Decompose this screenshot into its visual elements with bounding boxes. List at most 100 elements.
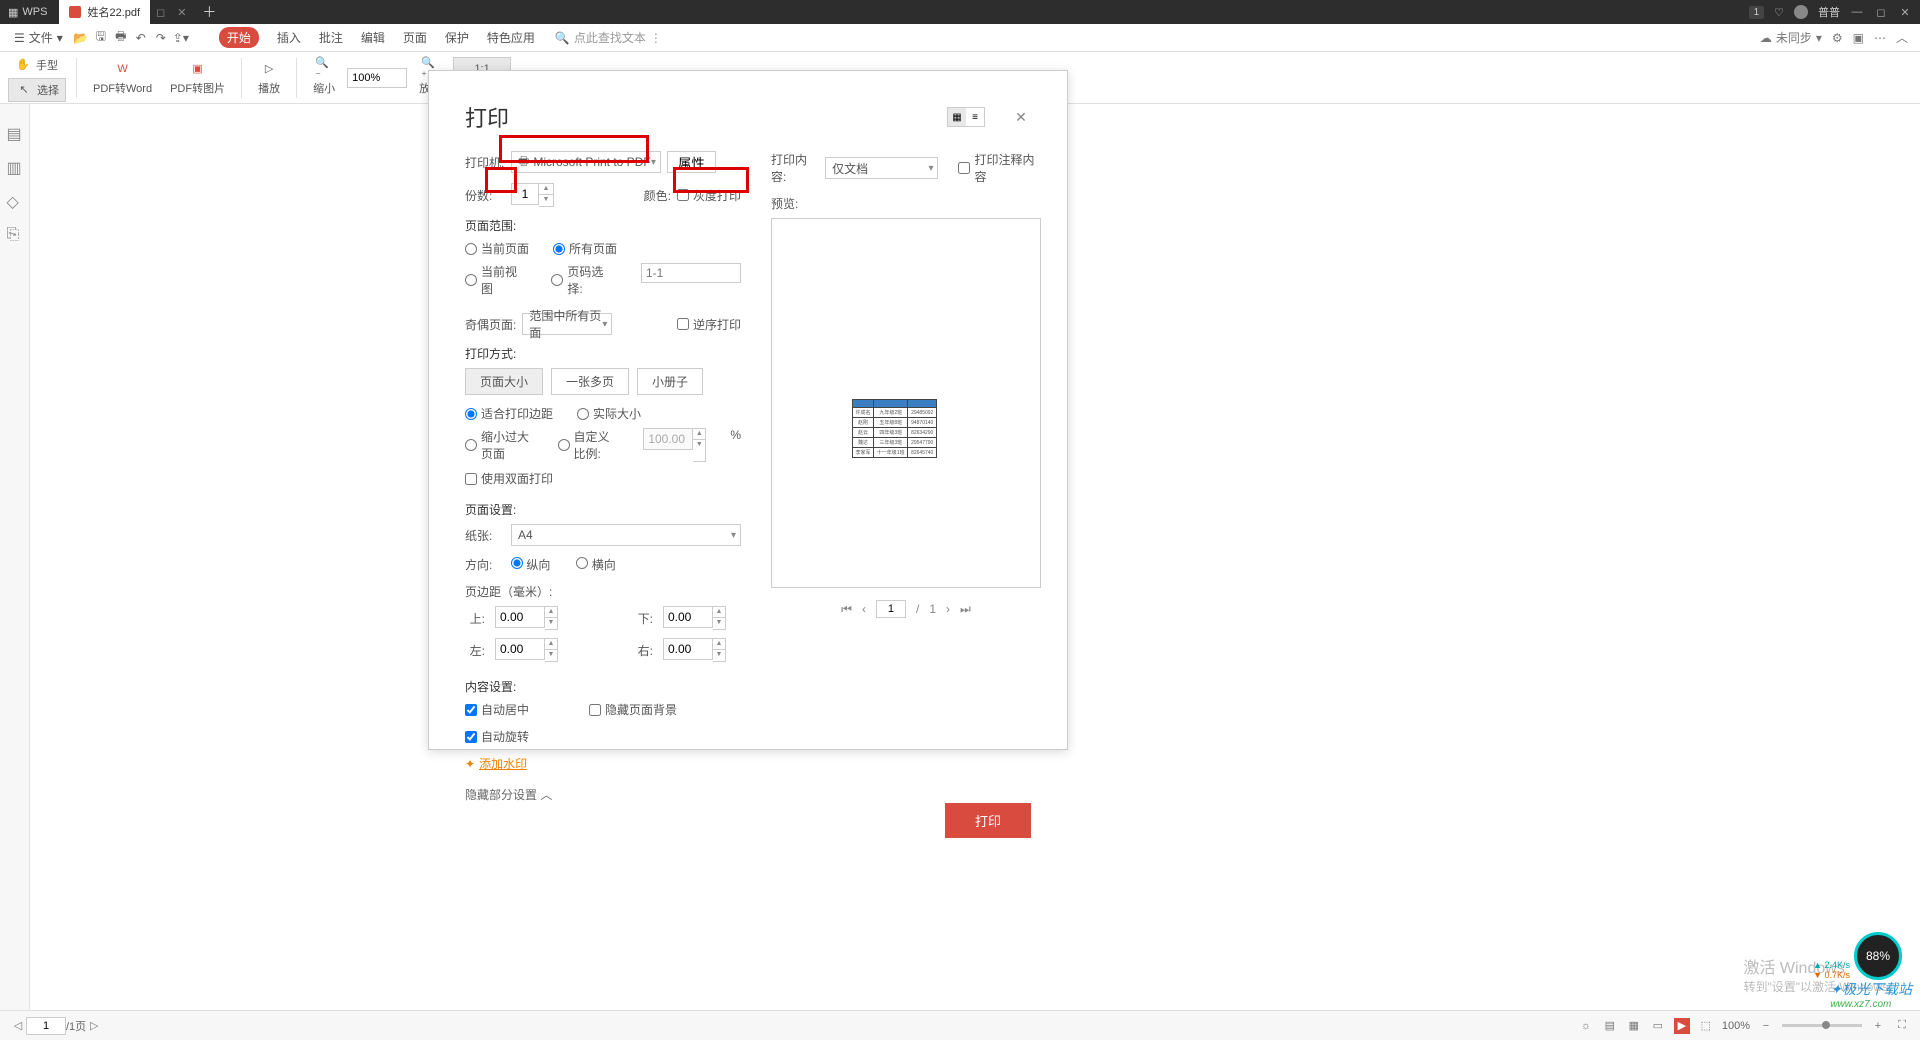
notification-badge[interactable]: 1 bbox=[1749, 6, 1765, 19]
zoom-input[interactable] bbox=[347, 68, 407, 88]
new-tab-button[interactable]: ＋ bbox=[192, 2, 226, 22]
menu-insert[interactable]: 插入 bbox=[277, 29, 301, 46]
copies-field[interactable] bbox=[511, 183, 539, 205]
view-list-icon[interactable]: ≡ bbox=[966, 108, 984, 126]
select-tool[interactable]: ↖选择 bbox=[8, 78, 66, 102]
print-icon[interactable]: 🖶 bbox=[113, 30, 129, 46]
duplex-checkbox[interactable]: 使用双面打印 bbox=[465, 470, 741, 487]
menu-annotate[interactable]: 批注 bbox=[319, 29, 343, 46]
next-page-icon[interactable]: ▷ bbox=[86, 1018, 102, 1034]
close-window-button[interactable]: ✕ bbox=[1898, 5, 1912, 19]
radio-custom-scale[interactable]: 自定义比例: bbox=[558, 428, 620, 462]
collapse-ribbon-icon[interactable]: ︿ bbox=[1896, 29, 1908, 46]
radio-portrait[interactable]: 纵向 bbox=[511, 556, 550, 573]
zoom-plus-icon[interactable]: + bbox=[1870, 1018, 1886, 1034]
grayscale-checkbox[interactable]: 灰度打印 bbox=[677, 187, 741, 204]
reverse-checkbox[interactable]: 逆序打印 bbox=[677, 316, 741, 333]
performance-gauge[interactable]: 88% bbox=[1854, 932, 1902, 980]
save-icon[interactable]: 🖫 bbox=[93, 30, 109, 46]
status-icon-2[interactable]: ▤ bbox=[1602, 1018, 1618, 1034]
print-button[interactable]: 打印 bbox=[945, 803, 1031, 838]
status-icon-4[interactable]: ▭ bbox=[1650, 1018, 1666, 1034]
hand-tool[interactable]: ✋手型 bbox=[8, 54, 66, 76]
radio-all-pages[interactable]: 所有页面 bbox=[553, 240, 617, 257]
outline-icon[interactable]: ◇ bbox=[7, 192, 23, 208]
radio-fit-margin[interactable]: 适合打印边距 bbox=[465, 405, 553, 422]
play-button[interactable]: ▷ 播放 bbox=[252, 58, 286, 98]
settings-icon[interactable]: ⚙ bbox=[1832, 31, 1843, 45]
spin-down-icon[interactable]: ▼ bbox=[539, 195, 553, 206]
thumbnails-icon[interactable]: ▤ bbox=[7, 124, 23, 140]
properties-button[interactable]: 属性 bbox=[667, 151, 716, 173]
status-icon-3[interactable]: ▦ bbox=[1626, 1018, 1642, 1034]
preview-page-input[interactable] bbox=[876, 600, 906, 618]
attachment-icon[interactable]: ⎘ bbox=[7, 226, 23, 242]
zoom-out-button[interactable]: 🔍⁻ 缩小 bbox=[307, 58, 341, 98]
zoom-minus-icon[interactable]: − bbox=[1758, 1018, 1774, 1034]
status-icon-5[interactable]: ▶ bbox=[1674, 1018, 1690, 1034]
margin-top-input[interactable]: ▲▼ bbox=[495, 606, 573, 630]
document-tab[interactable]: 姓名22.pdf bbox=[59, 0, 150, 24]
sync-status[interactable]: ☁ 未同步 ▾ bbox=[1760, 29, 1822, 46]
spin-up-icon[interactable]: ▲ bbox=[539, 184, 553, 195]
feedback-icon[interactable]: ▣ bbox=[1853, 31, 1864, 45]
search-box[interactable]: 🔍 点此查找文本 ⋮ bbox=[555, 29, 662, 46]
radio-actual[interactable]: 实际大小 bbox=[577, 405, 641, 422]
undo-icon[interactable]: ↶ bbox=[133, 30, 149, 46]
hide-bg-checkbox[interactable]: 隐藏页面背景 bbox=[589, 701, 677, 718]
seg-booklet[interactable]: 小册子 bbox=[637, 368, 703, 395]
menu-page[interactable]: 页面 bbox=[403, 29, 427, 46]
margin-left-input[interactable]: ▲▼ bbox=[495, 638, 573, 662]
hide-partial-link[interactable]: 隐藏部分设置 ︿ bbox=[465, 786, 741, 803]
radio-current-view[interactable]: 当前视图 bbox=[465, 263, 527, 297]
zoom-slider[interactable] bbox=[1782, 1024, 1862, 1027]
file-menu[interactable]: ☰ 文件 ▾ bbox=[8, 27, 69, 48]
page-input[interactable] bbox=[26, 1017, 66, 1035]
print-content-select[interactable]: 仅文档 bbox=[825, 157, 938, 179]
status-icon-1[interactable]: ☼ bbox=[1578, 1018, 1594, 1034]
radio-current-page[interactable]: 当前页面 bbox=[465, 240, 529, 257]
open-icon[interactable]: 📂 bbox=[73, 30, 89, 46]
maximize-button[interactable]: ◻ bbox=[1874, 5, 1888, 19]
copies-input[interactable]: ▲▼ bbox=[511, 183, 554, 207]
printer-select[interactable]: 🖶 Microsoft Print to PDF bbox=[511, 151, 661, 173]
pdf-to-image[interactable]: ▣ PDF转图片 bbox=[164, 58, 231, 98]
nav-first-icon[interactable]: ⏮ bbox=[841, 602, 852, 617]
menu-edit[interactable]: 编辑 bbox=[361, 29, 385, 46]
tab-close-icon[interactable]: ✕ bbox=[171, 6, 192, 19]
margin-bottom-input[interactable]: ▲▼ bbox=[663, 606, 741, 630]
radio-page-select[interactable]: 页码选择: bbox=[551, 263, 617, 297]
prev-page-icon[interactable]: ◁ bbox=[10, 1018, 26, 1034]
bookmark-icon[interactable]: ▥ bbox=[7, 158, 23, 174]
nav-next-icon[interactable]: › bbox=[946, 602, 950, 616]
paper-select[interactable]: A4 bbox=[511, 524, 741, 546]
minimize-button[interactable]: — bbox=[1850, 5, 1864, 19]
view-toggle[interactable]: ▦ ≡ bbox=[947, 107, 985, 127]
redo-icon[interactable]: ↷ bbox=[153, 30, 169, 46]
seg-pagesize[interactable]: 页面大小 bbox=[465, 368, 543, 395]
auto-center-checkbox[interactable]: 自动居中 bbox=[465, 701, 529, 718]
heart-icon[interactable]: ♡ bbox=[1774, 6, 1784, 19]
radio-shrink[interactable]: 缩小过大页面 bbox=[465, 428, 534, 462]
more-icon[interactable]: ⋯ bbox=[1874, 31, 1886, 45]
add-watermark-link[interactable]: ✦ 添加水印 bbox=[465, 755, 527, 772]
export-icon[interactable]: ⇪▾ bbox=[173, 30, 189, 46]
nav-prev-icon[interactable]: ‹ bbox=[862, 602, 866, 616]
pdf-to-word[interactable]: W PDF转Word bbox=[87, 58, 158, 98]
margin-right-input[interactable]: ▲▼ bbox=[663, 638, 741, 662]
user-avatar[interactable] bbox=[1794, 5, 1808, 19]
fullscreen-icon[interactable]: ⛶ bbox=[1894, 1018, 1910, 1034]
tab-restore-icon[interactable]: ◻ bbox=[150, 6, 171, 19]
status-icon-6[interactable]: ⬚ bbox=[1698, 1018, 1714, 1034]
dialog-close-button[interactable]: ✕ bbox=[1011, 107, 1031, 127]
page-select-input[interactable] bbox=[641, 263, 741, 283]
menu-start[interactable]: 开始 bbox=[219, 27, 259, 48]
print-annot-checkbox[interactable]: 打印注释内容 bbox=[958, 151, 1041, 185]
radio-landscape[interactable]: 横向 bbox=[576, 556, 615, 573]
custom-scale-input[interactable]: ▲▼ bbox=[643, 428, 706, 462]
menu-special[interactable]: 特色应用 bbox=[487, 29, 535, 46]
menu-protect[interactable]: 保护 bbox=[445, 29, 469, 46]
nav-last-icon[interactable]: ⏭ bbox=[960, 602, 971, 617]
view-detail-icon[interactable]: ▦ bbox=[948, 108, 966, 126]
seg-multi[interactable]: 一张多页 bbox=[551, 368, 629, 395]
